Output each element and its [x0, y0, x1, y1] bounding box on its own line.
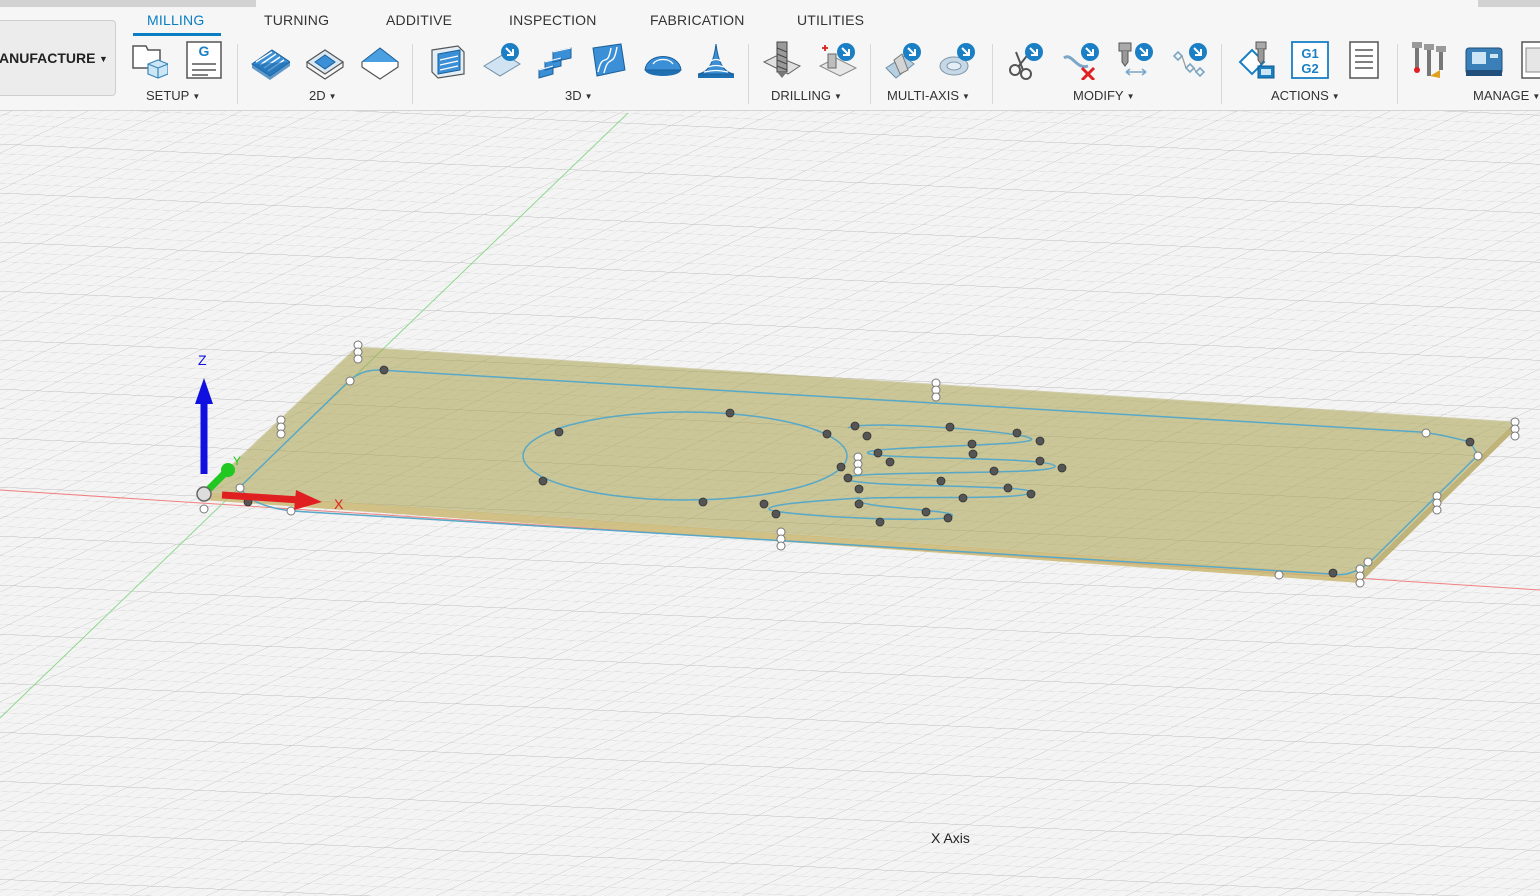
x-axis-arrow[interactable]: [221, 491, 301, 504]
axis-hover-hint: X Axis: [931, 830, 970, 846]
origin-point[interactable]: [196, 486, 212, 502]
y-axis-label: Y: [233, 454, 241, 468]
3d-viewport[interactable]: Z Y X: [0, 111, 1540, 896]
z-axis-label: Z: [198, 352, 207, 368]
x-axis-label: X: [334, 496, 344, 512]
viewport-canvas: Z Y X: [0, 111, 1540, 896]
